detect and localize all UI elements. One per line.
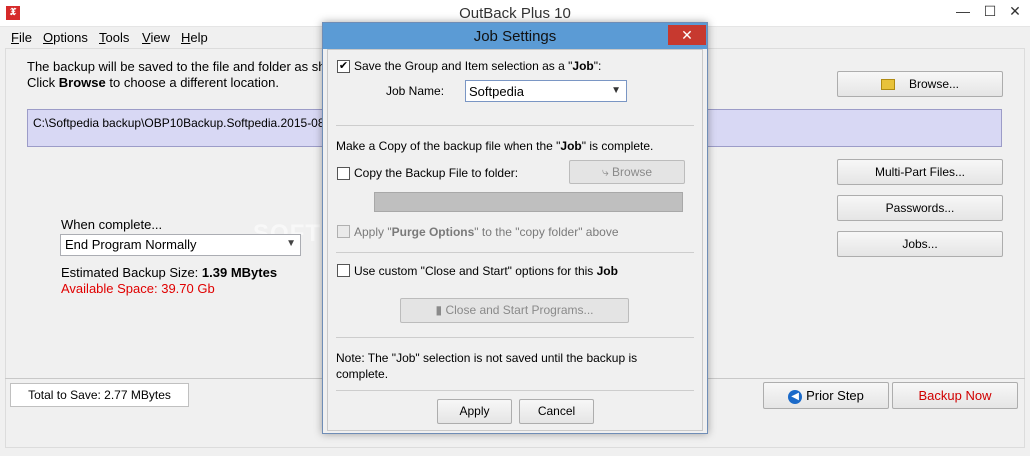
when-complete-label: When complete... — [61, 217, 163, 232]
copy-browse-button[interactable]: ⤷ Browse — [569, 160, 685, 184]
apply-purge-checkbox[interactable] — [337, 225, 350, 238]
section-divider — [336, 252, 694, 253]
menu-help[interactable]: Help — [181, 30, 208, 45]
section-divider — [336, 390, 694, 391]
chevron-down-icon[interactable]: ▼ — [611, 85, 621, 96]
dialog-title: Job Settings — [473, 28, 557, 45]
menu-view-label: iew — [150, 30, 170, 45]
close-window-button[interactable]: ✕ — [1000, 0, 1030, 24]
multi-part-files-button[interactable]: Multi-Part Files... — [837, 159, 1003, 185]
folder-icon — [880, 79, 895, 91]
copy-heading-bold: Job — [560, 139, 582, 153]
browse-button[interactable]: Browse... — [837, 71, 1003, 97]
dialog-title-bar: Job Settings ✕ — [323, 23, 707, 49]
prior-step-label: Prior Step — [806, 388, 864, 403]
save-selection-label[interactable]: Save the Group and Item selection as a "… — [354, 59, 601, 73]
browse-hint-suffix: to choose a different location. — [105, 75, 279, 90]
menu-help-accel: H — [181, 30, 191, 45]
menu-file-accel: F — [11, 30, 19, 45]
copy-heading-suffix: " is complete. — [581, 139, 654, 153]
backup-now-button[interactable]: Backup Now — [892, 382, 1018, 409]
save-selection-checkbox[interactable]: ✔ — [337, 60, 350, 73]
close-start-label: Close and Start Programs... — [445, 303, 594, 317]
browse-button-label: Browse... — [908, 77, 959, 91]
custom-close-start-checkbox[interactable] — [337, 264, 350, 277]
section-divider — [336, 125, 694, 126]
menu-options-accel: O — [43, 30, 54, 45]
custom-close-prefix: Use custom "Close and Start" options for… — [354, 264, 597, 278]
section-divider — [336, 337, 694, 338]
job-name-label: Job Name: — [386, 84, 445, 98]
minimize-button[interactable]: — — [948, 0, 978, 24]
menu-file-label: ile — [18, 30, 32, 45]
copy-to-folder-label[interactable]: Copy the Backup File to folder: — [354, 166, 518, 180]
save-selection-bold: Job — [572, 59, 594, 73]
backup-path-text: C:\Softpedia backup\OBP10Backup.Softpedi… — [33, 116, 352, 130]
apply-purge-prefix: Apply " — [354, 225, 392, 239]
back-arrow-icon: ◀ — [788, 389, 803, 404]
estimated-size-value: 1.39 MBytes — [201, 265, 278, 280]
browse-hint-bold: Browse — [58, 75, 106, 90]
jobs-button[interactable]: Jobs... — [837, 231, 1003, 257]
folder-icon: ⤷ — [601, 165, 613, 179]
menu-tools-label: ools — [105, 30, 130, 45]
note-text-line1: Note: The "Job" selection is not saved u… — [336, 351, 638, 365]
custom-close-bold: Job — [596, 264, 618, 278]
close-and-start-programs-button[interactable]: ▮ Close and Start Programs... — [400, 298, 629, 323]
when-complete-select[interactable]: End Program Normally ▼ — [60, 234, 301, 256]
custom-close-start-label[interactable]: Use custom "Close and Start" options for… — [354, 264, 618, 278]
when-complete-value: End Program Normally — [65, 237, 197, 252]
menu-file[interactable]: File — [11, 30, 32, 45]
browse-hint-prefix: Click — [27, 75, 59, 90]
dialog-close-button[interactable]: ✕ — [668, 25, 706, 45]
apply-purge-suffix: " to the "copy folder" above — [474, 225, 619, 239]
available-space: Available Space: 39.70 Gb — [61, 281, 215, 296]
cancel-button[interactable]: Cancel — [519, 399, 594, 424]
copy-to-folder-checkbox[interactable] — [337, 167, 350, 180]
apply-purge-bold: Purge Options — [391, 225, 475, 239]
job-name-value: Softpedia — [469, 84, 524, 99]
browse-hint: Click Browse to choose a different locat… — [27, 75, 279, 90]
total-to-save: Total to Save: 2.77 MBytes — [10, 383, 189, 407]
menu-view[interactable]: View — [142, 30, 170, 45]
note-text-line2: complete. — [336, 367, 389, 381]
menu-tools[interactable]: Tools — [99, 30, 129, 45]
copy-folder-path-field[interactable] — [374, 192, 683, 212]
copy-browse-label: Browse — [612, 165, 653, 179]
program-icon: ▮ — [435, 303, 446, 317]
estimated-size-label: Estimated Backup Size: — [61, 265, 202, 280]
menu-options-label: ptions — [53, 30, 88, 45]
save-selection-prefix: Save the Group and Item selection as a " — [354, 59, 573, 73]
copy-section-heading: Make a Copy of the backup file when the … — [336, 139, 653, 153]
menu-help-label: elp — [190, 30, 208, 45]
prior-step-button[interactable]: ◀ Prior Step — [763, 382, 889, 409]
apply-purge-label: Apply "Purge Options" to the "copy folde… — [354, 225, 619, 239]
apply-button[interactable]: Apply — [437, 399, 512, 424]
estimated-size: Estimated Backup Size: 1.39 MBytes — [61, 265, 277, 280]
save-selection-suffix: ": — [593, 59, 602, 73]
destination-description: The backup will be saved to the file and… — [27, 59, 343, 74]
job-name-combobox[interactable]: Softpedia ▼ — [465, 80, 627, 102]
menu-options[interactable]: Options — [43, 30, 88, 45]
copy-heading-prefix: Make a Copy of the backup file when the … — [336, 139, 561, 153]
passwords-button[interactable]: Passwords... — [837, 195, 1003, 221]
chevron-down-icon: ▼ — [286, 238, 296, 249]
window-title: OutBack Plus 10 — [459, 5, 571, 22]
